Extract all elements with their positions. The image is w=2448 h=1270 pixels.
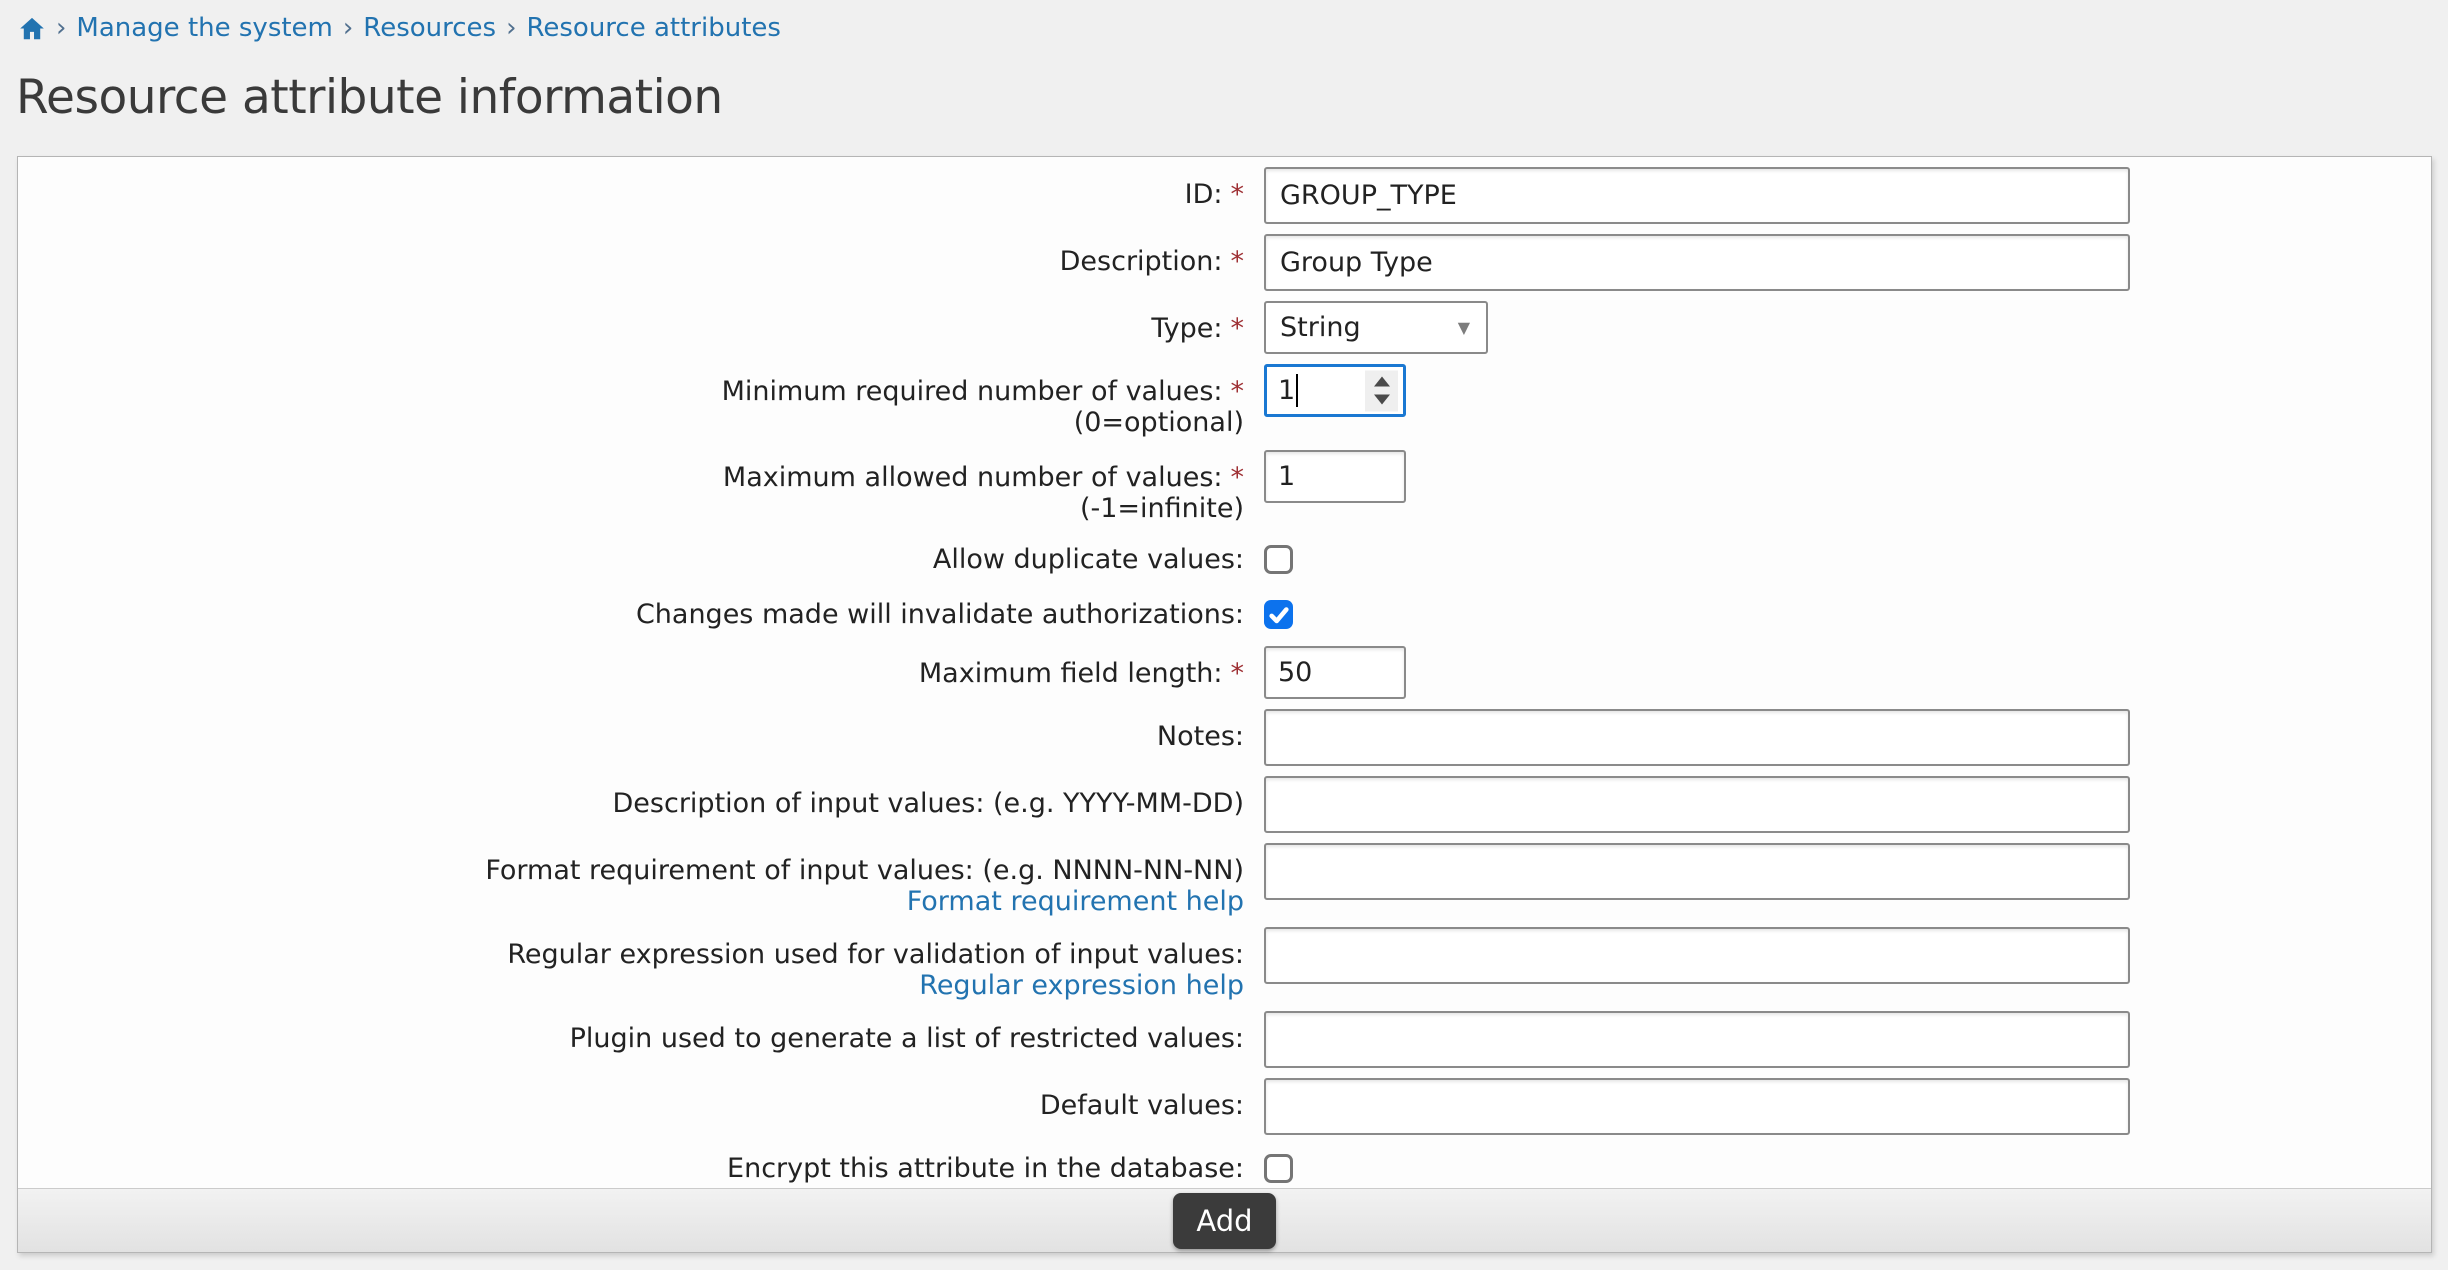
chevron-down-icon: ▼ <box>1458 318 1470 337</box>
form-row-id: ID: * <box>18 167 2431 224</box>
field-label: Encrypt this attribute in the database: <box>18 1153 1244 1184</box>
label-text: Description: <box>1060 246 1223 277</box>
notes-field[interactable] <box>1264 709 2130 766</box>
label-text: Minimum required number of values: <box>722 376 1223 407</box>
label-text: Allow duplicate values: <box>933 544 1244 575</box>
field-label: Changes made will invalidate authorizati… <box>18 599 1244 630</box>
allow-duplicates-checkbox[interactable] <box>1264 545 1293 574</box>
type-select-value: String <box>1280 312 1361 343</box>
resource-attribute-form: ID: * Description: * Type: * String ▼ <box>17 156 2432 1253</box>
required-marker: * <box>1231 246 1245 277</box>
plugin-field[interactable] <box>1264 1011 2130 1068</box>
field-label: Description of input values: (e.g. YYYY-… <box>18 776 1244 819</box>
breadcrumb-separator: › <box>506 13 516 43</box>
field-label: Description: * <box>18 234 1244 277</box>
field-label: Maximum field length: * <box>18 646 1244 689</box>
label-text: Format requirement of input values: (e.g… <box>485 855 1244 886</box>
field-label: Default values: <box>18 1078 1244 1121</box>
form-row-regular-expression: Regular expression used for validation o… <box>18 927 2431 1001</box>
form-row-encrypt: Encrypt this attribute in the database: <box>18 1145 2431 1192</box>
input-values-description-field[interactable] <box>1264 776 2130 833</box>
regular-expression-field[interactable] <box>1264 927 2130 984</box>
max-values-field[interactable] <box>1264 450 1406 503</box>
field-label: Plugin used to generate a list of restri… <box>18 1011 1244 1054</box>
invalidate-authorizations-checkbox[interactable] <box>1264 600 1293 629</box>
default-values-field[interactable] <box>1264 1078 2130 1135</box>
required-marker: * <box>1231 462 1245 493</box>
label-text: Maximum allowed number of values: <box>723 462 1223 493</box>
form-row-notes: Notes: <box>18 709 2431 766</box>
label-text: Regular expression used for validation o… <box>507 939 1244 970</box>
breadcrumb-link-resource-attributes[interactable]: Resource attributes <box>526 13 780 43</box>
id-field[interactable] <box>1264 167 2130 224</box>
form-row-default-values: Default values: <box>18 1078 2431 1135</box>
max-field-length-field[interactable] <box>1264 646 1406 699</box>
type-select[interactable]: String ▼ <box>1264 301 1488 354</box>
required-marker: * <box>1231 313 1245 344</box>
form-row-allow-duplicates: Allow duplicate values: <box>18 536 2431 583</box>
min-values-field[interactable]: 1 <box>1264 364 1406 417</box>
spinner-up-icon[interactable] <box>1374 377 1390 387</box>
breadcrumb: › Manage the system › Resources › Resour… <box>0 0 2448 44</box>
label-text: Encrypt this attribute in the database: <box>727 1153 1244 1184</box>
regular-expression-help-link[interactable]: Regular expression help <box>18 970 1244 1001</box>
breadcrumb-separator: › <box>56 13 66 43</box>
field-label: Notes: <box>18 709 1244 752</box>
label-text: Maximum field length: <box>919 658 1223 689</box>
breadcrumb-link-manage-the-system[interactable]: Manage the system <box>76 13 332 43</box>
number-spinner[interactable] <box>1365 370 1398 411</box>
field-label: Maximum allowed number of values: * (-1=i… <box>18 450 1244 524</box>
form-row-input-values-description: Description of input values: (e.g. YYYY-… <box>18 776 2431 833</box>
field-label: Type: * <box>18 301 1244 344</box>
form-row-max-field-length: Maximum field length: * <box>18 646 2431 699</box>
form-row-max-values: Maximum allowed number of values: * (-1=i… <box>18 450 2431 524</box>
field-label: ID: * <box>18 167 1244 210</box>
required-marker: * <box>1231 658 1245 689</box>
spinner-down-icon[interactable] <box>1374 395 1390 405</box>
sub-label: (0=optional) <box>18 407 1244 438</box>
home-icon[interactable] <box>18 15 46 42</box>
form-body: ID: * Description: * Type: * String ▼ <box>18 157 2431 1192</box>
checkmark-icon <box>1268 604 1290 626</box>
breadcrumb-separator: › <box>343 13 353 43</box>
label-text: Type: <box>1151 313 1222 344</box>
form-row-plugin: Plugin used to generate a list of restri… <box>18 1011 2431 1068</box>
page-title: Resource attribute information <box>16 70 2448 125</box>
format-requirement-field[interactable] <box>1264 843 2130 900</box>
encrypt-checkbox[interactable] <box>1264 1154 1293 1183</box>
label-text: ID: <box>1185 179 1223 210</box>
label-text: Plugin used to generate a list of restri… <box>570 1023 1244 1054</box>
field-label: Allow duplicate values: <box>18 544 1244 575</box>
label-text: Changes made will invalidate authorizati… <box>636 599 1244 630</box>
label-text: Description of input values: (e.g. YYYY-… <box>613 788 1244 819</box>
text-caret <box>1296 374 1298 407</box>
min-values-value: 1 <box>1278 375 1295 406</box>
required-marker: * <box>1231 376 1245 407</box>
add-button[interactable]: Add <box>1173 1193 1275 1249</box>
label-text: Notes: <box>1157 721 1244 752</box>
format-requirement-help-link[interactable]: Format requirement help <box>18 886 1244 917</box>
sub-label: (-1=infinite) <box>18 493 1244 524</box>
form-row-format-requirement: Format requirement of input values: (e.g… <box>18 843 2431 917</box>
description-field[interactable] <box>1264 234 2130 291</box>
form-row-min-values: Minimum required number of values: * (0=o… <box>18 364 2431 438</box>
label-text: Default values: <box>1040 1090 1244 1121</box>
form-row-description: Description: * <box>18 234 2431 291</box>
field-label: Regular expression used for validation o… <box>18 927 1244 1001</box>
required-marker: * <box>1231 179 1245 210</box>
form-row-invalidate-authorizations: Changes made will invalidate authorizati… <box>18 591 2431 638</box>
breadcrumb-link-resources[interactable]: Resources <box>363 13 496 43</box>
form-row-type: Type: * String ▼ <box>18 301 2431 354</box>
field-label: Format requirement of input values: (e.g… <box>18 843 1244 917</box>
form-footer: Add <box>18 1188 2431 1252</box>
field-label: Minimum required number of values: * (0=o… <box>18 364 1244 438</box>
